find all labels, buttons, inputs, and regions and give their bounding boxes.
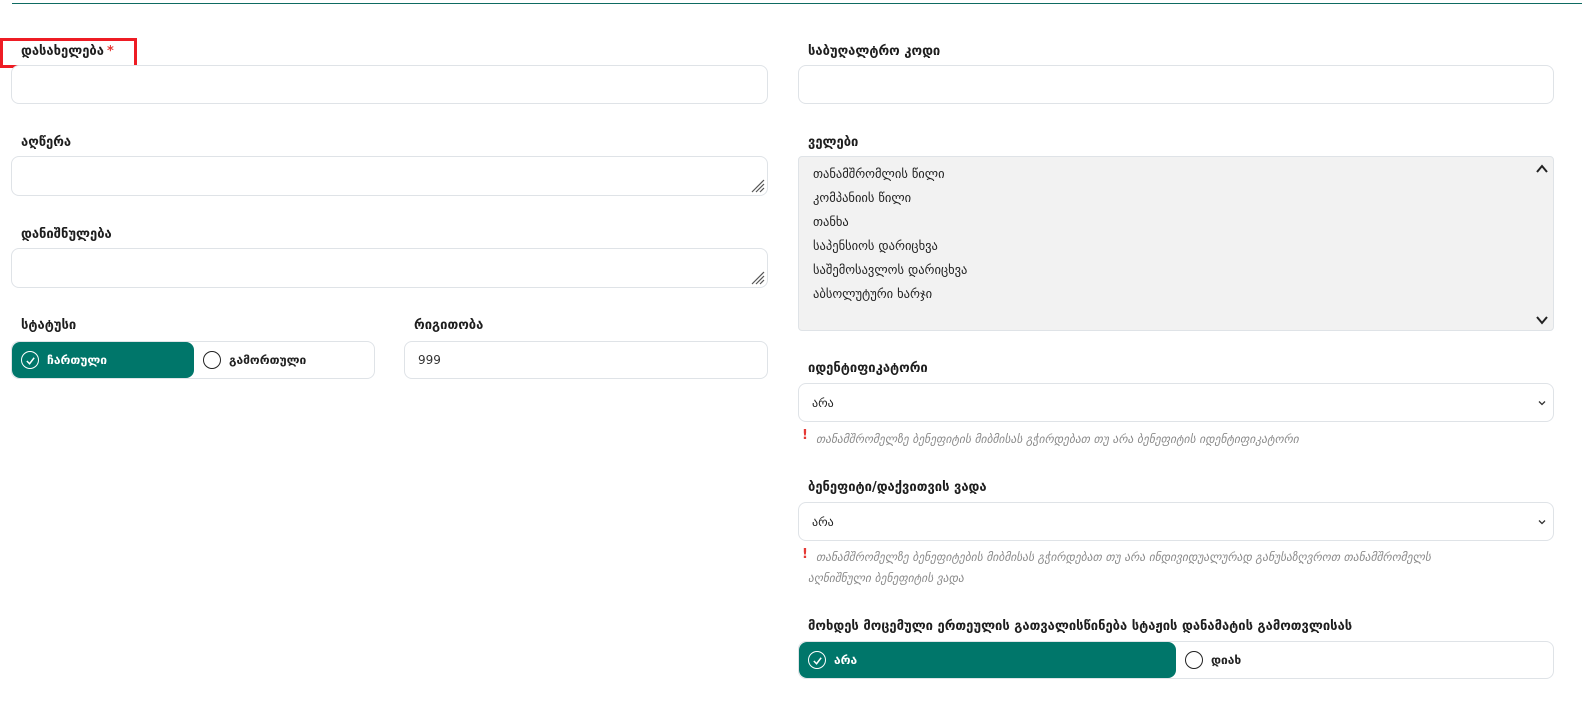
status-option-off-label: გამორთული [229,353,307,367]
list-item[interactable]: აბსოლუტური ხარჯი [813,286,932,301]
identifier-select[interactable]: არა [798,383,1554,422]
order-value: 999 [418,353,441,367]
top-divider [12,3,1582,4]
radio-circle-icon [1185,651,1203,669]
description-textarea[interactable] [11,156,768,196]
scroll-up-icon[interactable] [1535,162,1549,176]
warning-mark: ! [802,547,808,562]
order-input[interactable]: 999 [404,341,768,379]
check-circle-icon [21,351,39,369]
name-label-text: დასახელება [21,44,104,59]
fields-listbox[interactable]: თანამშრომლის წილი კომპანიის წილი თანხა ს… [798,156,1554,331]
description-label: აღწერა [21,135,72,150]
required-mark: * [106,44,114,59]
status-radio-group: ჩართული გამორთული [11,341,375,379]
consider-label: მოხდეს მოცემული ერთეულის გათვალისწინება … [808,619,1353,634]
identifier-value: არა [812,395,834,410]
list-item[interactable]: საშემოსავლოს დარიცხვა [813,262,967,277]
benefit-term-value: არა [812,514,834,529]
warning-mark: ! [802,428,808,443]
benefit-term-label: ბენეფიტი/დაქვითვის ვადა [808,480,987,495]
resize-handle-icon[interactable] [749,177,765,193]
name-label: დასახელება * [21,44,114,59]
radio-circle-icon [203,351,221,369]
accounting-code-label: საბუღალტრო კოდი [808,44,941,59]
list-item[interactable]: კომპანიის წილი [813,190,911,205]
chevron-down-icon [1538,519,1546,524]
list-item[interactable]: საპენსიოს დარიცხვა [813,238,938,253]
benefit-term-hint-line1: თანამშრომელზე ბენეფიტების მიბმისას გჭირდ… [816,550,1431,564]
status-label: სტატუსი [21,318,77,333]
status-option-off[interactable]: გამორთული [194,342,374,378]
identifier-label: იდენტიფიკატორი [808,361,928,376]
identifier-hint: თანამშრომელზე ბენეფიტის მიბმისას გჭირდებ… [816,432,1299,446]
resize-handle-icon[interactable] [749,269,765,285]
benefit-term-hint-line2: აღნიშნული ბენეფიტის ვადა [808,571,964,585]
accounting-code-input[interactable] [798,65,1554,104]
list-item[interactable]: თანამშრომლის წილი [813,166,945,181]
chevron-down-icon [1538,400,1546,405]
list-item[interactable]: თანხა [813,214,849,229]
purpose-label: დანიშნულება [21,227,112,242]
scroll-down-icon[interactable] [1535,313,1549,327]
consider-option-no-label: არა [834,653,858,667]
purpose-textarea[interactable] [11,248,768,288]
order-label: რიგითობა [414,318,484,333]
fields-label: ველები [808,135,859,150]
status-option-on-label: ჩართული [47,353,108,367]
check-circle-icon [808,651,826,669]
consider-radio-group: არა დიახ [798,641,1554,679]
consider-option-no[interactable]: არა [799,642,1176,678]
consider-option-yes-label: დიახ [1211,653,1242,667]
benefit-term-select[interactable]: არა [798,502,1554,541]
name-input[interactable] [11,65,768,104]
consider-option-yes[interactable]: დიახ [1176,642,1553,678]
status-option-on[interactable]: ჩართული [12,342,194,378]
